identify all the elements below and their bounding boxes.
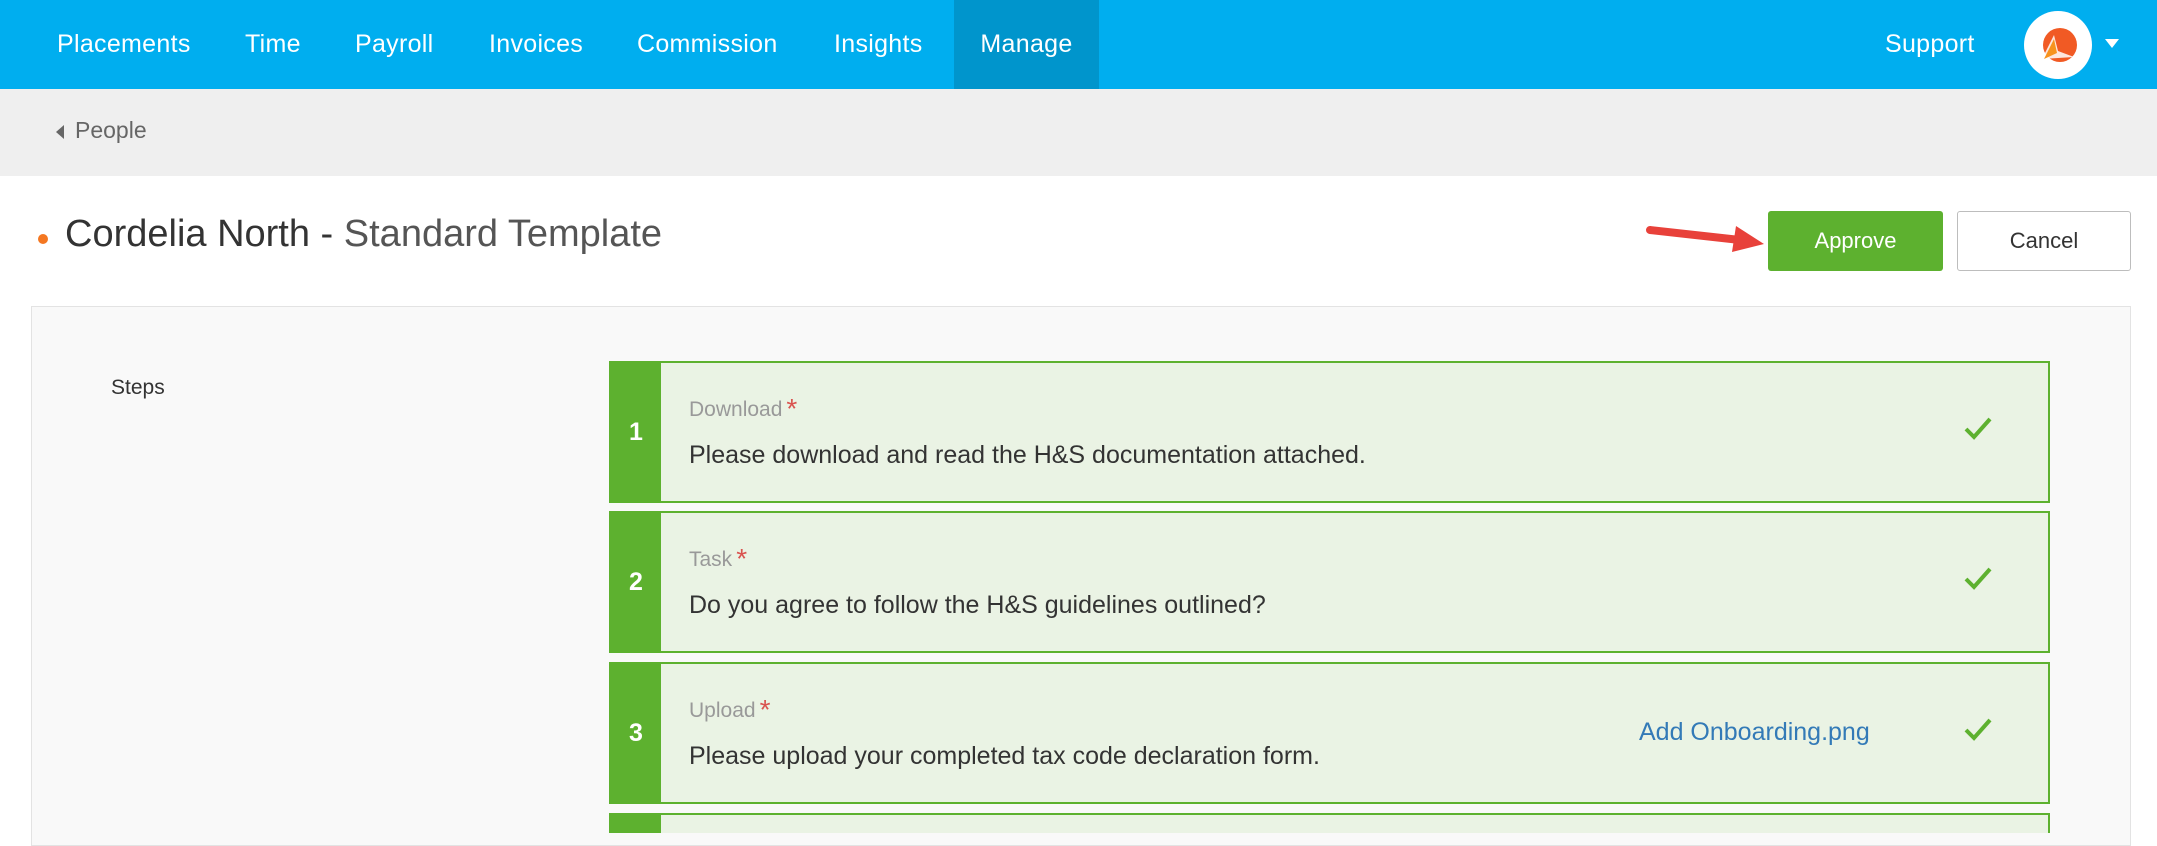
step-type-label: Download: [689, 398, 783, 421]
uploaded-file-link[interactable]: Add Onboarding.png: [1639, 718, 1870, 747]
breadcrumb-people-link[interactable]: People: [75, 117, 147, 144]
cancel-button[interactable]: Cancel: [1957, 211, 2131, 271]
step-card[interactable]: 3 Upload * Please upload your completed t…: [609, 662, 2050, 804]
step-card[interactable]: [609, 813, 2050, 833]
nav-item-commission[interactable]: Commission: [637, 0, 778, 89]
avatar-logo-icon: [2042, 28, 2077, 62]
required-marker: *: [759, 694, 771, 725]
red-arrow-icon: [1646, 226, 1764, 252]
required-marker: *: [786, 393, 798, 424]
step-card[interactable]: 2 Task * Do you agree to follow the H&S g…: [609, 511, 2050, 653]
person-name: Cordelia North: [65, 213, 310, 255]
steps-label: Steps: [111, 376, 165, 399]
required-marker: *: [736, 543, 748, 574]
nav-item-time[interactable]: Time: [245, 0, 301, 89]
checkmark-icon: [1964, 417, 1992, 440]
back-caret-icon[interactable]: [56, 125, 64, 139]
step-number: 1: [611, 363, 661, 501]
step-description: Please download and read the H&S documen…: [689, 441, 1366, 469]
approve-button[interactable]: Approve: [1768, 211, 1943, 271]
step-type-label: Upload: [689, 699, 756, 722]
user-avatar[interactable]: [2024, 11, 2092, 79]
step-type: Upload *: [689, 692, 771, 725]
step-type-label: Task: [689, 548, 733, 571]
step-description: Do you agree to follow the H&S guideline…: [689, 591, 1266, 619]
step-number: 3: [611, 664, 661, 802]
page-title: Cordelia North - Standard Template: [65, 213, 662, 256]
step-description: Please upload your completed tax code de…: [689, 742, 1320, 770]
title-separator: -: [310, 213, 344, 255]
nav-item-support[interactable]: Support: [1885, 0, 1975, 89]
status-dot: [38, 234, 48, 244]
account-menu-caret-icon[interactable]: [2105, 39, 2119, 48]
step-number: [611, 815, 661, 833]
nav-item-invoices[interactable]: Invoices: [489, 0, 583, 89]
step-number: 2: [611, 513, 661, 651]
step-type: Download *: [689, 391, 798, 424]
top-navigation: Placements Time Payroll Invoices Commiss…: [0, 0, 2157, 89]
checkmark-icon: [1964, 567, 1992, 590]
nav-item-payroll[interactable]: Payroll: [355, 0, 434, 89]
step-card[interactable]: 1 Download * Please download and read the…: [609, 361, 2050, 503]
step-type: Task *: [689, 541, 748, 574]
nav-item-insights[interactable]: Insights: [834, 0, 923, 89]
template-name: Standard Template: [343, 213, 663, 255]
nav-item-manage[interactable]: Manage: [954, 0, 1099, 89]
nav-item-placements[interactable]: Placements: [57, 0, 191, 89]
checkmark-icon: [1964, 718, 1992, 741]
breadcrumb-bar: [0, 89, 2157, 176]
